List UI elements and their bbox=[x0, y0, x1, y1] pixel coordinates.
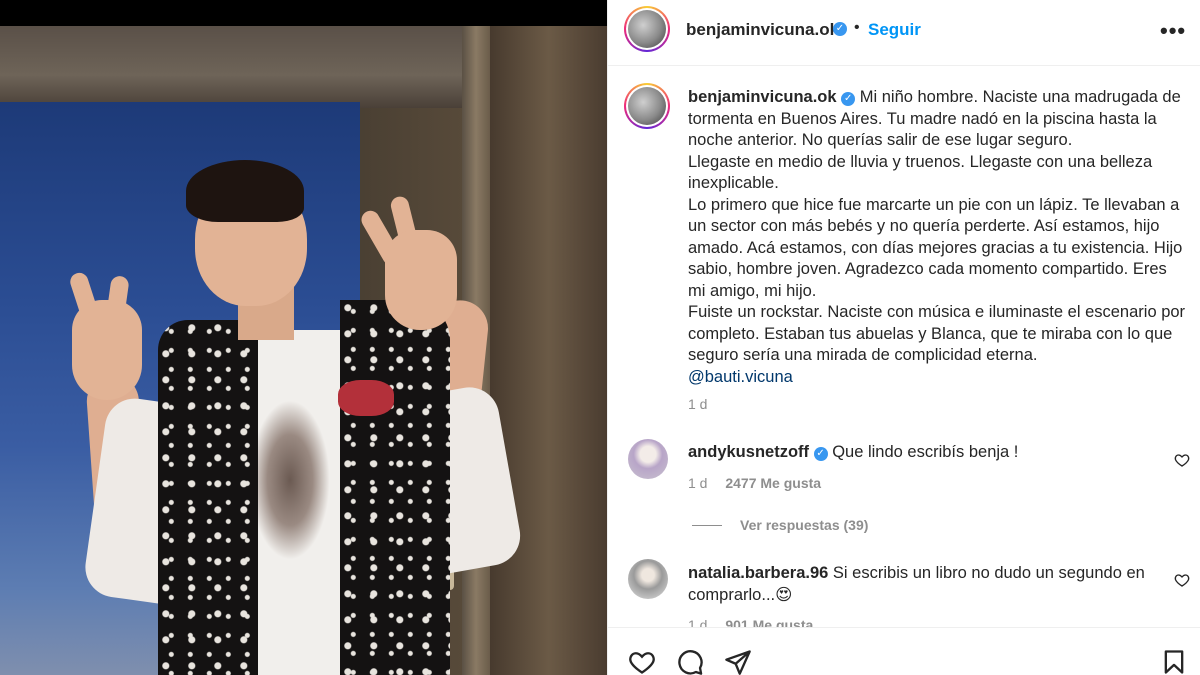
follow-button[interactable]: Seguir bbox=[868, 20, 921, 40]
person-vest-right bbox=[340, 300, 450, 675]
commenter-username[interactable]: andykusnetzoff bbox=[688, 443, 809, 461]
commenter-username[interactable]: natalia.barbera.96 bbox=[688, 564, 828, 582]
author-username[interactable]: benjaminvicuna.ok bbox=[686, 20, 839, 40]
verified-badge-icon: ✓ bbox=[813, 447, 828, 461]
replies-divider-line bbox=[692, 524, 722, 526]
author-avatar-image bbox=[628, 10, 666, 48]
verified-badge-icon: ✓ bbox=[833, 22, 847, 36]
person-left-hand-peace-sign bbox=[72, 300, 142, 400]
post-side-panel: benjaminvicuna.ok ✓ • Seguir ••• benjami… bbox=[607, 0, 1200, 675]
comment-text: andykusnetzoff ✓ Que lindo escribís benj… bbox=[688, 441, 1168, 463]
post-photo[interactable] bbox=[0, 0, 607, 675]
caption-mention-link[interactable]: @bauti.vicuna bbox=[688, 367, 1188, 389]
comment-body: Que lindo escribís benja ! bbox=[832, 443, 1019, 461]
person-hair bbox=[186, 160, 304, 222]
view-replies-button[interactable]: Ver respuestas (39) bbox=[692, 517, 868, 533]
share-icon[interactable] bbox=[724, 648, 752, 675]
commenter-avatar[interactable] bbox=[628, 439, 668, 479]
person-vest-left bbox=[158, 320, 258, 675]
person-shirt-print bbox=[250, 400, 330, 560]
comment-meta: 1 d 2477 Me gusta bbox=[688, 475, 821, 491]
person-vest-badge bbox=[338, 380, 394, 416]
caption-paragraph: Lo primero que hice fue marcarte un pie … bbox=[688, 195, 1183, 300]
comment-icon[interactable] bbox=[676, 648, 704, 675]
comment-like-heart-icon[interactable] bbox=[1174, 452, 1190, 468]
post-caption: benjaminvicuna.ok ✓ Mi niño hombre. Naci… bbox=[688, 87, 1188, 388]
caption-author-avatar-image bbox=[628, 87, 666, 125]
comment-timestamp[interactable]: 1 d bbox=[688, 475, 707, 491]
comment-timestamp[interactable]: 1 d bbox=[688, 617, 707, 627]
photo-person bbox=[0, 0, 607, 675]
caption-author-avatar-inner bbox=[626, 85, 668, 127]
comment-likes-count[interactable]: 2477 Me gusta bbox=[725, 475, 821, 491]
post-header: benjaminvicuna.ok ✓ • Seguir ••• bbox=[608, 0, 1200, 66]
caption-timestamp[interactable]: 1 d bbox=[688, 396, 707, 412]
comment-like-heart-icon[interactable] bbox=[1174, 572, 1190, 588]
caption-author-avatar[interactable] bbox=[624, 83, 670, 129]
instagram-post-view: benjaminvicuna.ok ✓ • Seguir ••• benjami… bbox=[0, 0, 1200, 675]
commenter-avatar[interactable] bbox=[628, 559, 668, 599]
more-icon[interactable]: ••• bbox=[1160, 18, 1186, 44]
comment-meta: 1 d 901 Me gusta bbox=[688, 617, 813, 627]
person-right-hand-peace-sign bbox=[385, 230, 457, 330]
verified-badge-icon: ✓ bbox=[841, 92, 856, 106]
author-avatar-inner bbox=[626, 8, 668, 50]
caption-username[interactable]: benjaminvicuna.ok bbox=[688, 88, 837, 106]
author-avatar[interactable] bbox=[624, 6, 670, 52]
bookmark-icon[interactable] bbox=[1160, 648, 1188, 675]
comment-text: natalia.barbera.96 Si escribis un libro … bbox=[688, 562, 1168, 606]
header-separator: • bbox=[854, 19, 860, 36]
comment-likes-count[interactable]: 901 Me gusta bbox=[725, 617, 813, 627]
heart-icon[interactable] bbox=[628, 648, 656, 675]
view-replies-label: Ver respuestas (39) bbox=[740, 517, 869, 533]
comments-scroll-area[interactable]: benjaminvicuna.ok ✓ Mi niño hombre. Naci… bbox=[608, 67, 1200, 627]
post-action-bar bbox=[608, 627, 1200, 675]
caption-paragraph: Fuiste un rockstar. Naciste con música e… bbox=[688, 303, 1186, 364]
caption-paragraph: Llegaste en medio de lluvia y truenos. L… bbox=[688, 152, 1153, 193]
